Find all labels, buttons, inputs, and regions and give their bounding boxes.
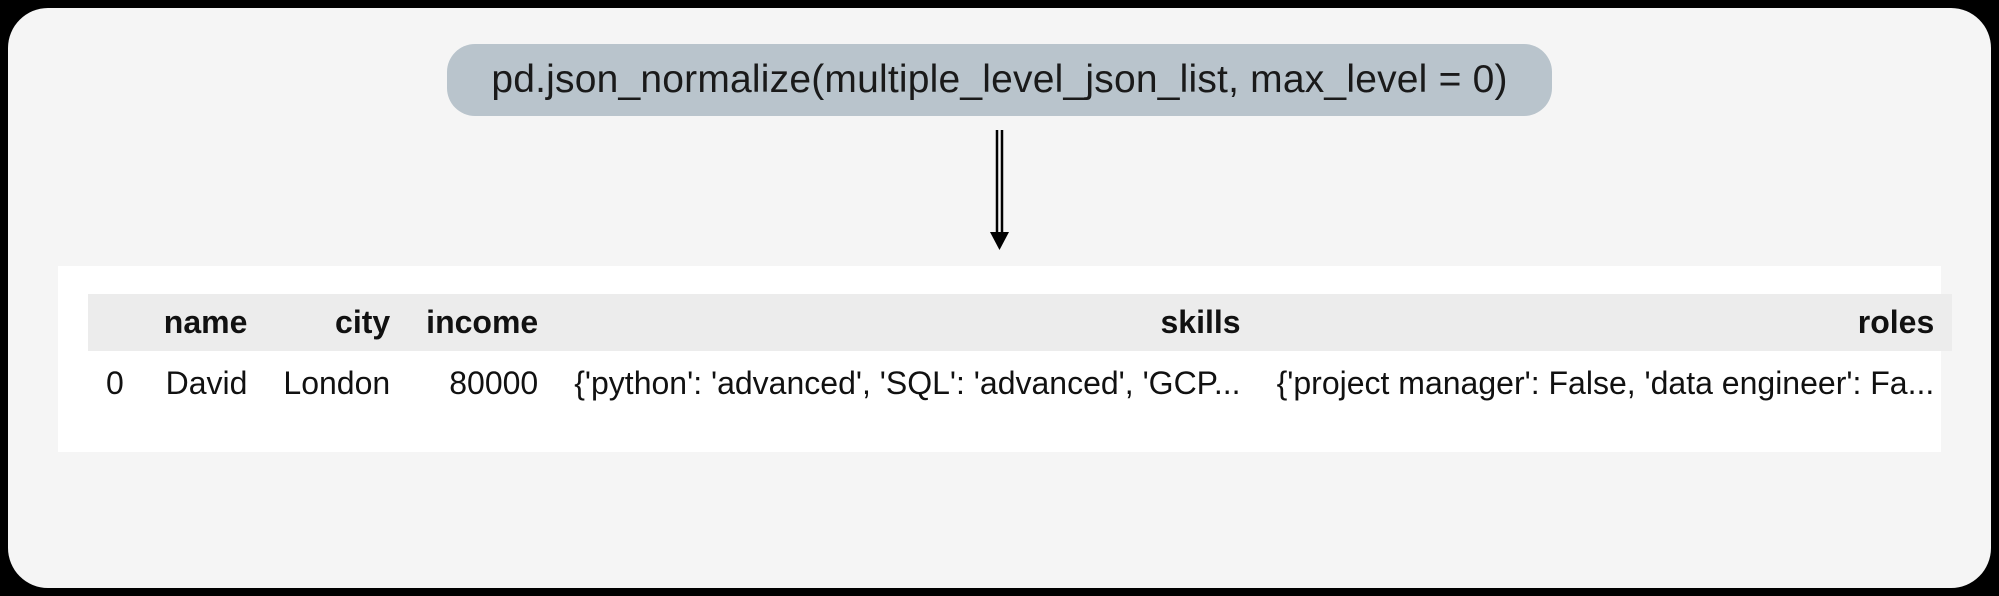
arrow-down-icon xyxy=(988,130,1012,250)
table-header-name: name xyxy=(146,294,266,351)
cell-name: David xyxy=(146,351,266,416)
cell-skills: {'python': 'advanced', 'SQL': 'advanced'… xyxy=(556,351,1258,416)
table-header-skills: skills xyxy=(556,294,1258,351)
cell-income: 80000 xyxy=(408,351,556,416)
table-header-index xyxy=(88,294,146,351)
table-header-income: income xyxy=(408,294,556,351)
cell-city: London xyxy=(265,351,408,416)
table-header-city: city xyxy=(265,294,408,351)
table-header-row: name city income skills roles xyxy=(88,294,1952,351)
output-table: name city income skills roles 0 David Lo… xyxy=(88,294,1952,416)
cell-roles: {'project manager': False, 'data enginee… xyxy=(1259,351,1953,416)
code-snippet: pd.json_normalize(multiple_level_json_li… xyxy=(447,44,1551,116)
content-card: pd.json_normalize(multiple_level_json_li… xyxy=(8,8,1991,588)
cell-index: 0 xyxy=(88,351,146,416)
table-header-roles: roles xyxy=(1259,294,1953,351)
table-row: 0 David London 80000 {'python': 'advance… xyxy=(88,351,1952,416)
output-table-wrapper: name city income skills roles 0 David Lo… xyxy=(58,266,1941,452)
